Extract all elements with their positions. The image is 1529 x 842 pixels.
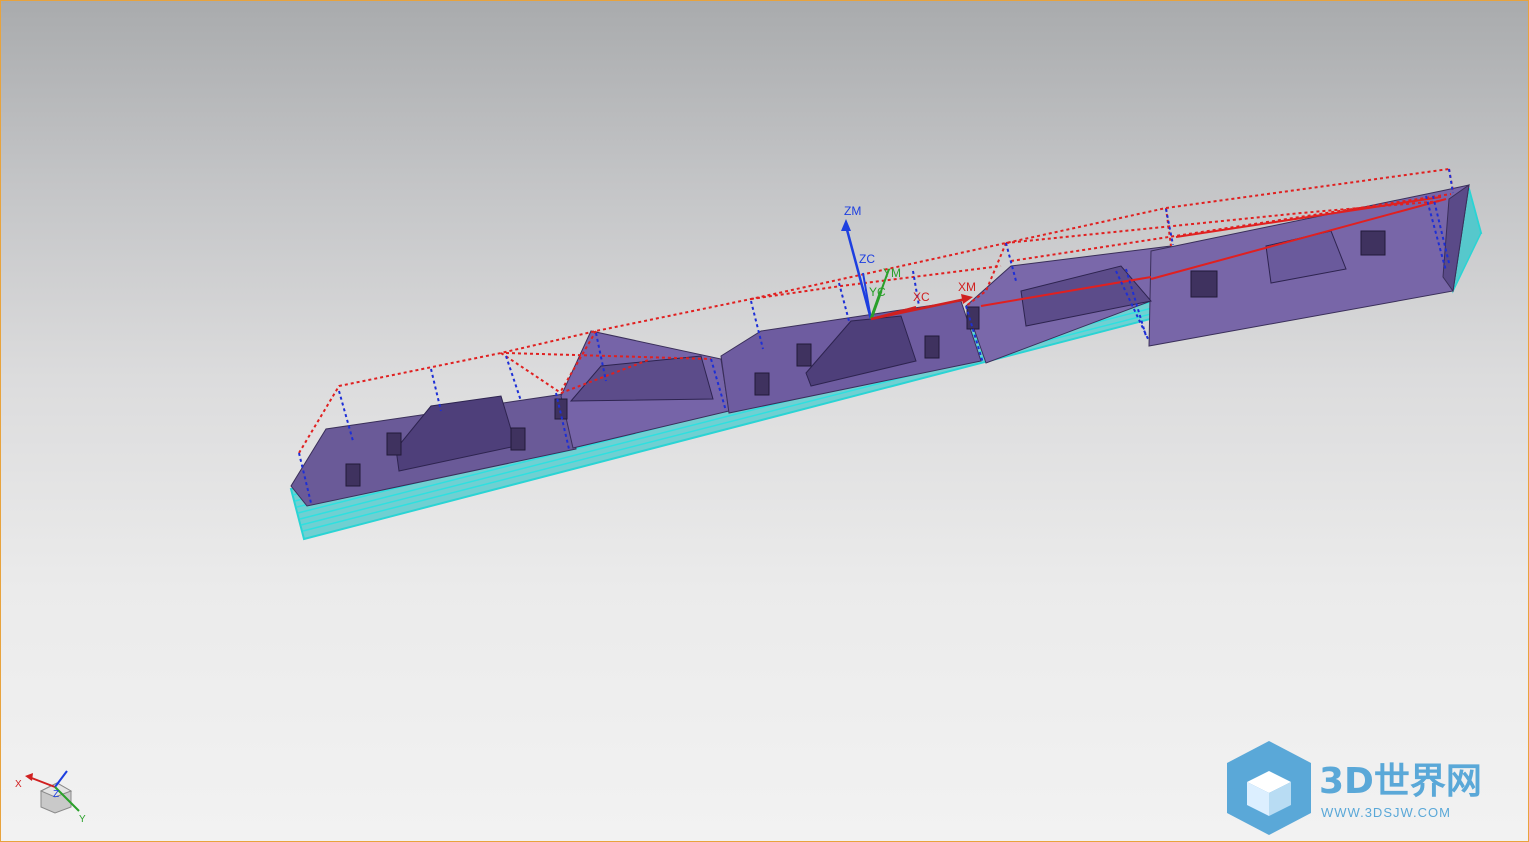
triad-z-label: Z <box>53 789 59 800</box>
triad-y-label: Y <box>79 814 86 825</box>
watermark-title: 3D世界网 <box>1319 761 1482 802</box>
triad-x-label: X <box>15 779 22 790</box>
graphics-window[interactable]: ZM ZC YM YC XC XM X Z Y 3D世界网 WWW.3DSJW.… <box>0 0 1529 842</box>
cube-logo-icon <box>1227 741 1311 835</box>
xm-label: XM <box>958 280 976 294</box>
zc-label: ZC <box>859 252 875 266</box>
view-triad[interactable]: X Z Y <box>15 770 86 825</box>
csys-triad[interactable]: ZM ZC YM YC XC XM <box>841 204 976 321</box>
yc-label: YC <box>869 285 886 299</box>
watermark-url: WWW.3DSJW.COM <box>1321 805 1451 820</box>
part-model[interactable] <box>290 183 1470 507</box>
zm-label: ZM <box>844 204 861 218</box>
cam-scene[interactable]: ZM ZC YM YC XC XM X Z Y 3D世界网 WWW.3DSJW.… <box>1 1 1528 841</box>
xc-label: XC <box>913 290 930 304</box>
ym-label: YM <box>883 266 901 280</box>
watermark: 3D世界网 WWW.3DSJW.COM <box>1227 741 1482 835</box>
